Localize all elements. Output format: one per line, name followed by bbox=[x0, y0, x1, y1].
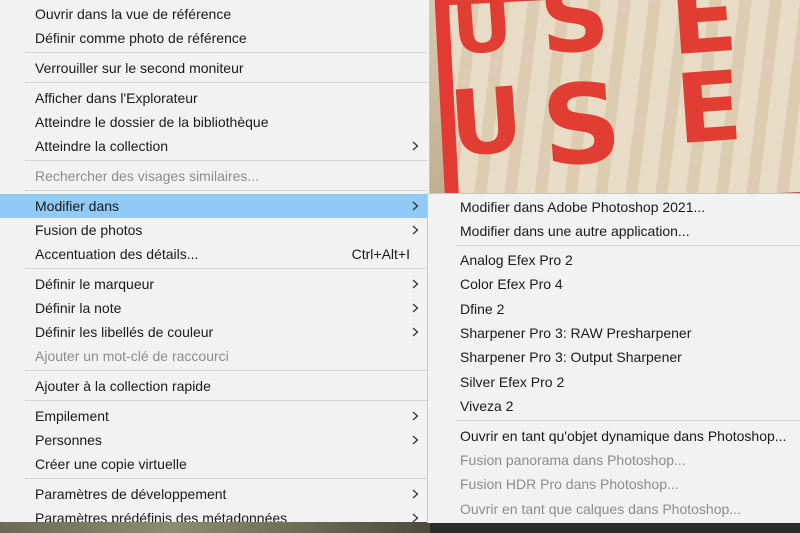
chevron-right-icon bbox=[410, 134, 422, 158]
menu-item-label: Définir les libellés de couleur bbox=[35, 324, 214, 340]
menu-item-label: Empilement bbox=[35, 408, 109, 424]
menu-item-add-shortcut-keyword: Ajouter un mot-clé de raccourci bbox=[0, 344, 429, 368]
submenu-item-label: Analog Efex Pro 2 bbox=[460, 252, 573, 268]
menu-separator bbox=[25, 52, 427, 53]
menu-item-label: Atteindre le dossier de la bibliothèque bbox=[35, 114, 269, 130]
submenu-item-label: Sharpener Pro 3: RAW Presharpener bbox=[460, 325, 692, 341]
menu-item-go-to-collection[interactable]: Atteindre la collection bbox=[0, 134, 429, 158]
menu-item-label: Paramètres prédéfinis des métadonnées bbox=[35, 510, 288, 522]
edit-in-submenu: Modifier dans Adobe Photoshop 2021... Mo… bbox=[427, 193, 800, 523]
submenu-item-label: Dfine 2 bbox=[460, 301, 505, 317]
menu-item-label: Ouvrir dans la vue de référence bbox=[35, 6, 232, 22]
menu-separator bbox=[456, 245, 800, 246]
submenu-item-label: Silver Efex Pro 2 bbox=[460, 374, 565, 390]
background-filmstrip bbox=[0, 522, 430, 533]
menu-item-label: Modifier dans bbox=[35, 198, 120, 214]
submenu-item-silver-efex-pro[interactable]: Silver Efex Pro 2 bbox=[428, 370, 800, 394]
menu-item-label: Ajouter un mot-clé de raccourci bbox=[35, 348, 229, 364]
menu-separator bbox=[25, 268, 427, 269]
submenu-item-label: Ouvrir en tant que calques dans Photosho… bbox=[460, 501, 741, 517]
chevron-right-icon bbox=[410, 272, 422, 296]
screen: U S E U S E Ouvrir dans la vue de référe… bbox=[0, 0, 800, 533]
menu-item-metadata-presets[interactable]: Paramètres prédéfinis des métadonnées bbox=[0, 506, 429, 522]
menu-item-edit-in[interactable]: Modifier dans bbox=[0, 194, 429, 218]
menu-item-set-color-label[interactable]: Définir les libellés de couleur bbox=[0, 320, 429, 344]
menu-separator bbox=[25, 400, 427, 401]
menu-separator bbox=[456, 420, 800, 421]
submenu-item-sharpener-raw[interactable]: Sharpener Pro 3: RAW Presharpener bbox=[428, 321, 800, 345]
menu-item-label: Définir le marqueur bbox=[35, 276, 155, 292]
chevron-right-icon bbox=[410, 506, 422, 522]
menu-item-label: Paramètres de développement bbox=[35, 486, 227, 502]
chevron-right-icon bbox=[410, 428, 422, 452]
menu-item-label: Définir comme photo de référence bbox=[35, 30, 247, 46]
photo-letter: U bbox=[449, 0, 516, 72]
menu-item-go-to-library-folder[interactable]: Atteindre le dossier de la bibliothèque bbox=[0, 110, 429, 134]
menu-item-people[interactable]: Personnes bbox=[0, 428, 429, 452]
menu-item-label: Créer une copie virtuelle bbox=[35, 456, 187, 472]
submenu-item-color-efex-pro[interactable]: Color Efex Pro 4 bbox=[428, 272, 800, 296]
submenu-item-label: Color Efex Pro 4 bbox=[460, 276, 563, 292]
menu-separator bbox=[25, 160, 427, 161]
submenu-item-open-as-layers: Ouvrir en tant que calques dans Photosho… bbox=[428, 497, 800, 521]
background-photo: U S E U S E bbox=[430, 0, 800, 200]
submenu-item-edit-in-other-app[interactable]: Modifier dans une autre application... bbox=[428, 219, 800, 243]
submenu-item-open-smart-object[interactable]: Ouvrir en tant qu'objet dynamique dans P… bbox=[428, 424, 800, 448]
photo-letter: S bbox=[537, 58, 626, 192]
chevron-right-icon bbox=[410, 482, 422, 506]
submenu-item-label: Viveza 2 bbox=[460, 398, 514, 414]
submenu-item-label: Fusion panorama dans Photoshop... bbox=[460, 452, 686, 468]
chevron-right-icon bbox=[410, 218, 422, 242]
menu-separator bbox=[25, 370, 427, 371]
chevron-right-icon bbox=[410, 404, 422, 428]
menu-item-label: Définir la note bbox=[35, 300, 122, 316]
photo-letter: S bbox=[536, 0, 613, 77]
menu-item-label: Fusion de photos bbox=[35, 222, 143, 238]
photo-letter: U bbox=[446, 67, 527, 178]
menu-item-show-in-explorer[interactable]: Afficher dans l'Explorateur bbox=[0, 86, 429, 110]
submenu-item-merge-hdr-pro: Fusion HDR Pro dans Photoshop... bbox=[428, 472, 800, 496]
menu-item-label: Rechercher des visages similaires... bbox=[35, 168, 260, 184]
menu-item-enhance-details[interactable]: Accentuation des détails... Ctrl+Alt+I bbox=[0, 242, 429, 266]
chevron-right-icon bbox=[410, 320, 422, 344]
chevron-right-icon bbox=[410, 296, 422, 320]
photo-letter: E bbox=[672, 49, 746, 167]
submenu-item-label: Modifier dans Adobe Photoshop 2021... bbox=[460, 199, 706, 215]
submenu-item-label: Fusion HDR Pro dans Photoshop... bbox=[460, 476, 679, 492]
menu-item-set-rating[interactable]: Définir la note bbox=[0, 296, 429, 320]
menu-item-find-similar-faces: Rechercher des visages similaires... bbox=[0, 164, 429, 188]
submenu-item-label: Modifier dans une autre application... bbox=[460, 223, 690, 239]
menu-item-create-virtual-copy[interactable]: Créer une copie virtuelle bbox=[0, 452, 429, 476]
submenu-item-label: Ouvrir en tant qu'objet dynamique dans P… bbox=[460, 428, 787, 444]
menu-item-label: Personnes bbox=[35, 432, 102, 448]
submenu-item-label: Sharpener Pro 3: Output Sharpener bbox=[460, 349, 682, 365]
submenu-item-analog-efex-pro[interactable]: Analog Efex Pro 2 bbox=[428, 248, 800, 272]
menu-item-label: Ajouter à la collection rapide bbox=[35, 378, 211, 394]
submenu-item-viveza[interactable]: Viveza 2 bbox=[428, 394, 800, 418]
menu-item-lock-second-monitor[interactable]: Verrouiller sur le second moniteur bbox=[0, 56, 429, 80]
menu-item-label: Atteindre la collection bbox=[35, 138, 169, 154]
menu-item-label: Verrouiller sur le second moniteur bbox=[35, 60, 244, 76]
menu-item-open-reference-view[interactable]: Ouvrir dans la vue de référence bbox=[0, 2, 429, 26]
context-menu: Ouvrir dans la vue de référence Définir … bbox=[0, 0, 430, 522]
submenu-item-merge-panorama: Fusion panorama dans Photoshop... bbox=[428, 448, 800, 472]
menu-item-set-flag[interactable]: Définir le marqueur bbox=[0, 272, 429, 296]
menu-item-label: Accentuation des détails... bbox=[35, 246, 199, 262]
menu-separator bbox=[25, 190, 427, 191]
menu-item-set-reference-photo[interactable]: Définir comme photo de référence bbox=[0, 26, 429, 50]
submenu-item-sharpener-output[interactable]: Sharpener Pro 3: Output Sharpener bbox=[428, 345, 800, 369]
chevron-right-icon bbox=[410, 194, 422, 218]
menu-item-shortcut: Ctrl+Alt+I bbox=[351, 246, 410, 262]
menu-item-label: Afficher dans l'Explorateur bbox=[35, 90, 198, 106]
menu-item-stacking[interactable]: Empilement bbox=[0, 404, 429, 428]
menu-item-develop-settings[interactable]: Paramètres de développement bbox=[0, 482, 429, 506]
menu-separator bbox=[25, 478, 427, 479]
menu-separator bbox=[25, 82, 427, 83]
submenu-item-edit-in-photoshop[interactable]: Modifier dans Adobe Photoshop 2021... bbox=[428, 195, 800, 219]
submenu-item-dfine[interactable]: Dfine 2 bbox=[428, 297, 800, 321]
menu-item-add-to-quick-collection[interactable]: Ajouter à la collection rapide bbox=[0, 374, 429, 398]
menu-item-photo-merge[interactable]: Fusion de photos bbox=[0, 218, 429, 242]
